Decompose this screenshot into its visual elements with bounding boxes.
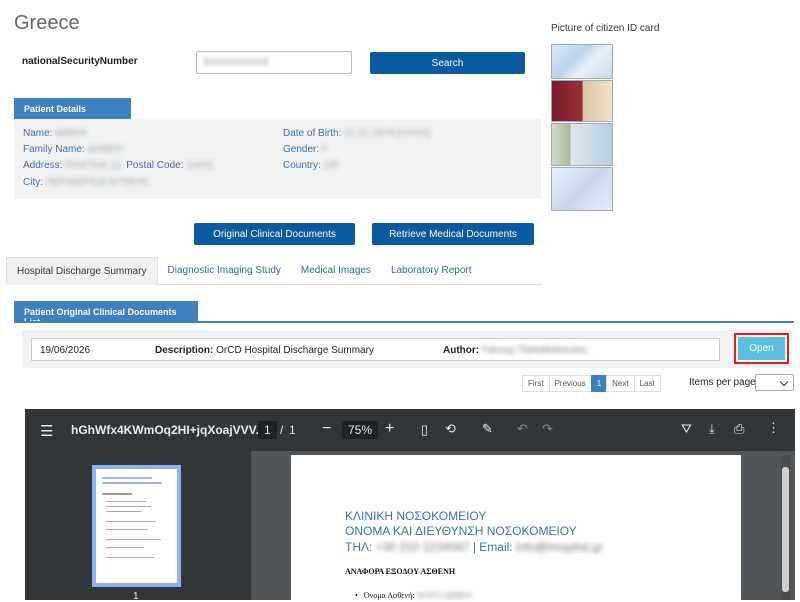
menu-icon[interactable]: ☰ xyxy=(40,422,53,440)
id-card-back-image xyxy=(551,167,613,211)
document-tabs: Hospital Discharge Summary Diagnostic Im… xyxy=(6,257,542,285)
documents-list-divider xyxy=(14,321,794,323)
document-date: 19/06/2026 xyxy=(40,345,91,356)
documents-list-header: Patient Original Clinical Documents List xyxy=(14,301,198,327)
search-button[interactable]: Search xyxy=(370,52,525,74)
print-icon[interactable]: ⎙ xyxy=(734,421,744,437)
tab-laboratory-report[interactable]: Laboratory Report xyxy=(381,257,482,285)
save-to-drive-icon[interactable]: ⛛ xyxy=(681,421,692,437)
pdf-line-contact: ΤΗΛ: +30 210 1234567 | Email: info@hospi… xyxy=(345,540,603,554)
undo-icon[interactable]: ↶ xyxy=(517,421,528,437)
patient-gender: Gender: F xyxy=(283,144,329,155)
pager-last[interactable]: Last xyxy=(633,375,661,392)
pager-page-1[interactable]: 1 xyxy=(590,375,608,392)
pdf-page-total: 1 xyxy=(289,423,296,437)
tab-diagnostic-imaging-study[interactable]: Diagnostic Imaging Study xyxy=(158,257,291,285)
original-clinical-documents-button[interactable]: Original Clinical Documents xyxy=(194,223,355,245)
tab-medical-images[interactable]: Medical Images xyxy=(291,257,381,285)
pdf-bullet: • Όνομα Ασθενή: ΜΑΡΙΑ ΔΗΜΟΥ xyxy=(355,591,473,600)
pager-first[interactable]: First xyxy=(522,375,550,392)
patient-family-name: Family Name: ΔΗΜΟΥ xyxy=(23,144,124,155)
id-card-front-image xyxy=(551,44,613,79)
tab-hospital-discharge-summary[interactable]: Hospital Discharge Summary xyxy=(6,257,158,285)
pdf-thumbnail-page[interactable] xyxy=(92,465,181,587)
id-card-photo-image xyxy=(551,123,613,166)
document-description: Description: OrCD Hospital Discharge Sum… xyxy=(155,345,374,356)
patient-name: Name: MARIA xyxy=(23,128,87,139)
nsn-input[interactable]: XXXXXXXXXXX xyxy=(196,51,352,74)
pdf-page: ΚΛΙΝΙΚΗ ΝΟΣΟΚΟΜΕΙΟΥ ΟΝΟΜΑ ΚΑΙ ΔΙΕΥΘΥΝΣΗ … xyxy=(291,455,741,600)
rotate-icon[interactable]: ⟲ xyxy=(445,421,456,437)
fit-page-icon[interactable]: ▯ xyxy=(421,422,428,438)
pdf-thumbnail-page-number: 1 xyxy=(133,591,139,602)
pager-next[interactable]: Next xyxy=(606,375,635,392)
pager-previous[interactable]: Previous xyxy=(548,375,592,392)
more-options-icon[interactable]: ⋮ xyxy=(767,420,780,436)
patient-details-panel: Name: MARIA Family Name: ΔΗΜΟΥ Address: … xyxy=(14,119,541,199)
zoom-in-icon[interactable]: + xyxy=(385,420,394,438)
passport-image xyxy=(551,80,613,122)
zoom-out-icon[interactable]: − xyxy=(322,420,331,438)
annotate-icon[interactable]: ✎ xyxy=(482,421,493,437)
pdf-zoom-input[interactable]: 75% xyxy=(342,421,379,439)
redo-icon[interactable]: ↷ xyxy=(542,421,553,437)
country-title: Greece xyxy=(14,12,80,34)
id-card-label: Picture of citizen ID card xyxy=(551,23,660,34)
pdf-scrollbar[interactable] xyxy=(781,455,790,600)
nsn-label: nationalSecurityNumber xyxy=(22,56,138,67)
download-icon[interactable]: ⤓ xyxy=(709,421,715,437)
pdf-line-hospital: ΟΝΟΜΑ ΚΑΙ ΔΙΕΥΘΥΝΣΗ ΝΟΣΟΚΟΜΕΙΟΥ xyxy=(345,524,577,538)
document-row: 19/06/2026 Description: OrCD Hospital Di… xyxy=(31,338,720,361)
nsn-value: XXXXXXXXXXX xyxy=(203,57,270,67)
open-button-highlight: Open xyxy=(734,333,789,364)
patient-details-header: Patient Details xyxy=(14,98,131,119)
open-button[interactable]: Open xyxy=(738,337,785,360)
patient-address: Address: ΠΛΑΤΕΙΑ 12, Postal Code: 10431 xyxy=(23,160,215,171)
patient-country: Country: GR xyxy=(283,160,339,171)
pdf-line-clinic: ΚΛΙΝΙΚΗ ΝΟΣΟΚΟΜΕΙΟΥ xyxy=(345,509,487,523)
pdf-thumbnail-sidebar: 1 xyxy=(25,451,251,602)
pdf-toolbar: ☰ hGhWfx4KWmOq2HI+jqXoajVVV... 1 / 1 − 7… xyxy=(25,409,795,451)
retrieve-medical-documents-button[interactable]: Retrieve Medical Documents xyxy=(372,223,534,245)
pdf-scrollbar-thumb[interactable] xyxy=(782,467,789,592)
pdf-heading: ΑΝΑΦΟΡΑ ΕΞΟΔΟΥ ΑΣΘΕΝΗ xyxy=(345,567,456,576)
items-per-page-select[interactable] xyxy=(755,374,794,391)
pagination: First Previous 1 Next Last xyxy=(522,375,661,392)
items-per-page-label: Items per page: xyxy=(689,377,759,388)
patient-dob: Date of Birth: 01.01.1975 (ΧΧΧΧ) xyxy=(283,128,431,139)
pdf-page-input[interactable]: 1 xyxy=(258,421,277,439)
patient-city: City: ΠΕΡΙΦΕΡΕΙΑ ΑΤΤΙΚΗΣ xyxy=(23,177,150,188)
pdf-title: hGhWfx4KWmOq2HI+jqXoajVVV... xyxy=(71,423,266,437)
pdf-viewer: ☰ hGhWfx4KWmOq2HI+jqXoajVVV... 1 / 1 − 7… xyxy=(25,409,795,602)
pdf-page-sep: / xyxy=(280,423,284,437)
document-author: Author: Γιάννης Παπαδόπουλος xyxy=(443,345,588,356)
